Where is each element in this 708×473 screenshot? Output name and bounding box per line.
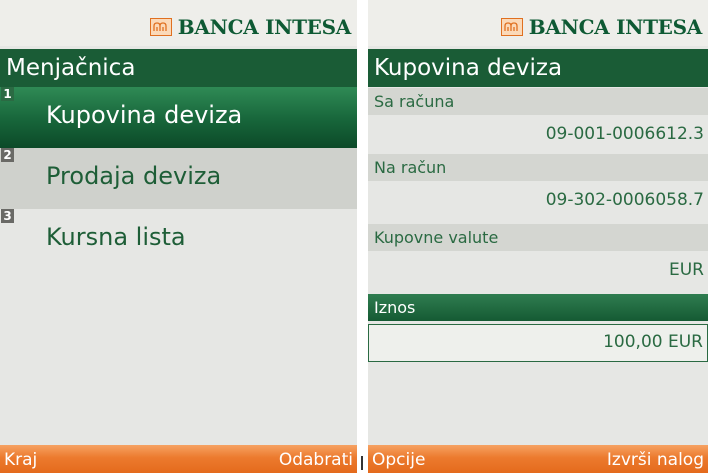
- kupovina-deviza-screen: BANCA INTESA Kupovina deviza Sa računa 0…: [368, 0, 708, 473]
- softkey-odabrati[interactable]: Odabrati: [279, 445, 353, 473]
- softkey-kraj[interactable]: Kraj: [4, 445, 37, 473]
- menu-item-label: Kursna lista: [46, 223, 186, 251]
- bank-name: BANCA INTESA: [177, 15, 352, 39]
- menu-item-label: Kupovina deviza: [46, 101, 243, 129]
- menu-item-kupovina-deviza[interactable]: 1 Kupovina deviza: [0, 87, 357, 148]
- amount-input[interactable]: 100,00 EUR: [368, 324, 708, 362]
- amount-label: Iznos: [368, 294, 708, 321]
- from-account-field[interactable]: 09-001-0006612.3: [368, 115, 708, 153]
- header-bar: BANCA INTESA: [0, 0, 357, 46]
- menu-item-kursna-lista[interactable]: 3 Kursna lista: [0, 209, 357, 270]
- from-account-label: Sa računa: [368, 88, 708, 115]
- bank-logo-icon: [500, 18, 523, 36]
- currency-field[interactable]: EUR: [368, 251, 708, 289]
- bank-logo-icon: [149, 18, 172, 36]
- to-account-field[interactable]: 09-302-0006058.7: [368, 181, 708, 219]
- bank-logo: BANCA INTESA: [149, 14, 352, 40]
- menu-item-number: 3: [1, 209, 14, 223]
- page-title: Kupovina deviza: [368, 49, 708, 87]
- screen-divider: [361, 456, 363, 470]
- menu-item-prodaja-deviza[interactable]: 2 Prodaja deviza: [0, 148, 357, 209]
- menjacnica-screen: BANCA INTESA Menjačnica 1 Kupovina deviz…: [0, 0, 357, 473]
- to-account-label: Na račun: [368, 154, 708, 181]
- softkey-izvrsi-nalog[interactable]: Izvrši nalog: [607, 445, 704, 473]
- menu-item-label: Prodaja deviza: [46, 162, 222, 190]
- page-title: Menjačnica: [0, 49, 357, 87]
- softkey-opcije[interactable]: Opcije: [372, 445, 425, 473]
- header-bar: BANCA INTESA: [368, 0, 708, 46]
- bank-logo: BANCA INTESA: [500, 14, 703, 40]
- softkey-bar: Kraj Odabrati: [0, 445, 357, 473]
- bank-name: BANCA INTESA: [528, 15, 703, 39]
- menu-item-number: 1: [1, 87, 14, 101]
- softkey-bar: Opcije Izvrši nalog: [368, 445, 708, 473]
- currency-label: Kupovne valute: [368, 224, 708, 251]
- menu-item-number: 2: [1, 148, 14, 162]
